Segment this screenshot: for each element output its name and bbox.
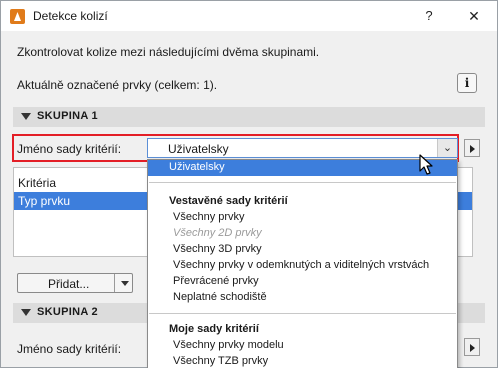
criteria-set-dropdown: Uživatelsky Vestavěné sady kritérií Všec…: [147, 159, 458, 368]
dropdown-item-label: Neplatné schodiště: [173, 291, 267, 303]
window-title: Detekce kolizí: [33, 9, 108, 23]
group1-header[interactable]: SKUPINA 1: [13, 107, 485, 127]
expand-triangle-icon: [21, 309, 31, 316]
dropdown-arrow-icon[interactable]: [121, 281, 129, 286]
expand-triangle-icon: [21, 113, 31, 120]
title-bar: Detekce kolizí ? ✕: [1, 1, 497, 31]
dropdown-item[interactable]: Neplatné schodiště: [148, 290, 457, 306]
builtin-group-header: Vestavěné sady kritérií: [169, 195, 288, 207]
dropdown-item-label: Všechny prvky v odemknutých a viditelnýc…: [173, 259, 430, 271]
add-criteria-button[interactable]: Přidat...: [17, 273, 133, 293]
dropdown-item-label: Všechny 3D prvky: [173, 243, 262, 255]
dropdown-item[interactable]: Převrácené prvky: [148, 274, 457, 290]
dropdown-separator: [149, 182, 456, 183]
group2-criteria-set-label: Jméno sady kritérií:: [17, 342, 122, 356]
group1-criteria-set-label: Jméno sady kritérií:: [17, 142, 122, 156]
dropdown-item-uzivatelsky[interactable]: Uživatelsky: [148, 160, 457, 176]
dropdown-item[interactable]: Všechny TZB prvky: [148, 354, 457, 368]
dropdown-item-label: Všechny prvky modelu: [173, 339, 284, 351]
info-icon[interactable]: i: [457, 73, 477, 93]
group1-criteria-set-select[interactable]: Uživatelsky ⌄: [147, 138, 458, 158]
selected-count-text: Aktuálně označené prvky (celkem: 1).: [17, 78, 218, 92]
group1-header-label: SKUPINA 1: [37, 110, 98, 122]
dropdown-item-label: Uživatelsky: [169, 161, 225, 173]
dropdown-item[interactable]: Všechny prvky v odemknutých a viditelnýc…: [148, 258, 457, 274]
dropdown-item[interactable]: Všechny 3D prvky: [148, 242, 457, 258]
description-text: Zkontrolovat kolize mezi následujícími d…: [17, 45, 320, 59]
group1-arrow-button[interactable]: [464, 139, 480, 157]
dropdown-item[interactable]: Všechny prvky: [148, 210, 457, 226]
table-cell: Typ prvku: [18, 194, 71, 208]
help-button[interactable]: ?: [419, 6, 439, 26]
chevron-down-icon[interactable]: ⌄: [437, 139, 457, 157]
group1-criteria-set-value: Uživatelsky: [168, 142, 229, 156]
dropdown-item-label: Všechny prvky: [173, 211, 245, 223]
add-button-label: Přidat...: [48, 277, 90, 291]
dropdown-separator: [149, 313, 456, 314]
my-sets-group-header: Moje sady kritérií: [169, 323, 259, 335]
dropdown-item-label: Všechny TZB prvky: [173, 355, 269, 367]
dropdown-item-disabled: Všechny 2D prvky: [148, 226, 457, 242]
mouse-cursor-icon: [419, 154, 433, 175]
criteria-column-header: Kritéria: [18, 176, 57, 190]
button-divider: [114, 274, 115, 292]
collision-detection-dialog: Detekce kolizí ? ✕ Zkontrolovat kolize m…: [0, 0, 498, 368]
close-button[interactable]: ✕: [463, 6, 485, 26]
dropdown-item-label: Převrácené prvky: [173, 275, 259, 287]
group2-header-label: SKUPINA 2: [37, 306, 98, 318]
dropdown-item-label: Všechny 2D prvky: [173, 227, 262, 239]
group2-arrow-button[interactable]: [464, 338, 480, 356]
dropdown-item[interactable]: Všechny prvky modelu: [148, 338, 457, 354]
archicad-app-icon: [10, 9, 25, 24]
